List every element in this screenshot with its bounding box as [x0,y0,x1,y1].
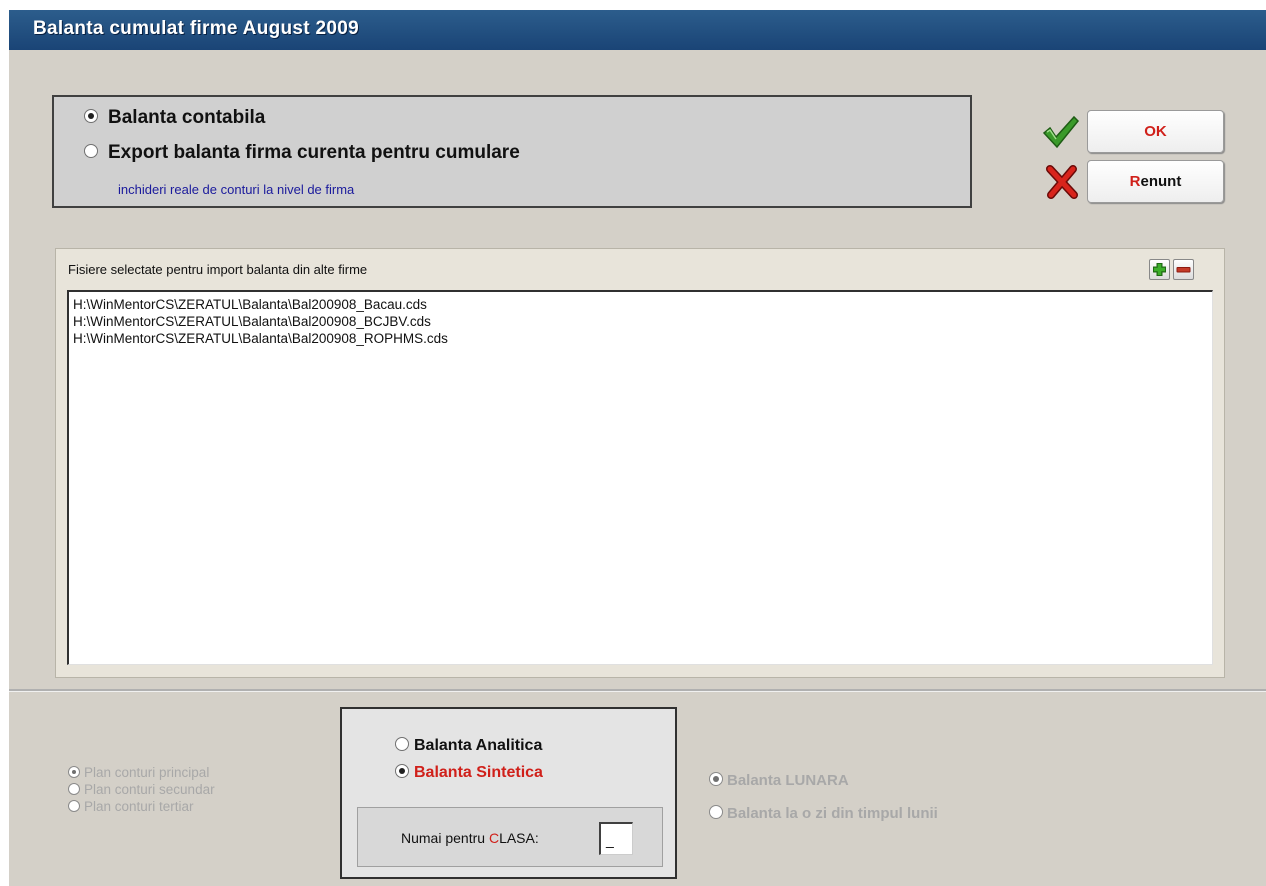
option-balanta-contabila[interactable]: Balanta contabila [84,107,265,129]
clasa-rest: LASA: [499,830,539,846]
remove-file-button[interactable] [1173,259,1194,280]
closing-note: inchideri reale de conturi la nivel de f… [118,182,355,197]
radio-balanta-sintetica[interactable] [395,763,409,778]
radio-export-balanta[interactable] [84,143,98,158]
option-plan-secundar[interactable]: Plan conturi secundar [68,782,215,797]
list-item[interactable]: H:\WinMentorCS\ZERATUL\Balanta\Bal200908… [73,330,1212,347]
option-balanta-lunara[interactable]: Balanta LUNARA [709,772,849,789]
cancel-hotkey: R [1129,173,1141,190]
balanta-lunara-label: Balanta LUNARA [727,772,849,789]
radio-plan-secundar[interactable] [68,783,80,796]
clasa-filter-box: Numai pentru CLASA: _ [357,807,663,867]
window-title: Balanta cumulat firme August 2009 [33,18,359,39]
clasa-input[interactable]: _ [599,822,633,855]
balanta-type-box: Balanta Analitica Balanta Sintetica Numa… [340,707,677,879]
radio-plan-tertiar[interactable] [68,800,80,813]
radio-balanta-analitica[interactable] [395,736,409,751]
radio-balanta-lunara[interactable] [709,772,723,787]
balanta-analitica-label: Balanta Analitica [414,737,543,754]
ok-button[interactable]: OK [1087,110,1224,153]
radio-balanta-contabila[interactable] [84,108,98,123]
option-balanta-zi[interactable]: Balanta la o zi din timpul lunii [709,805,938,822]
radio-plan-principal[interactable] [68,766,80,779]
option-plan-principal[interactable]: Plan conturi principal [68,765,209,780]
import-files-list[interactable]: H:\WinMentorCS\ZERATUL\Balanta\Bal200908… [67,290,1213,665]
option-export-balanta[interactable]: Export balanta firma curenta pentru cumu… [84,142,520,164]
cancel-button[interactable]: Renunt [1087,160,1224,203]
balanta-sintetica-label: Balanta Sintetica [414,764,543,781]
dialog-window: Balanta cumulat firme August 2009 Balant… [9,10,1266,886]
check-icon [1042,115,1080,149]
plan-tertiar-label: Plan conturi tertiar [84,799,194,814]
balanta-zi-label: Balanta la o zi din timpul lunii [727,805,938,822]
import-files-panel: Fisiere selectate pentru import balanta … [55,248,1225,678]
minus-icon [1176,267,1191,273]
radio-balanta-zi[interactable] [709,805,723,820]
cancel-label: enunt [1140,173,1182,190]
option-export-balanta-label: Export balanta firma curenta pentru cumu… [108,142,520,163]
clasa-prefix: Numai pentru [401,830,489,846]
title-bar: Balanta cumulat firme August 2009 [9,10,1266,50]
list-item[interactable]: H:\WinMentorCS\ZERATUL\Balanta\Bal200908… [73,296,1212,313]
plan-secundar-label: Plan conturi secundar [84,782,215,797]
add-file-button[interactable] [1149,259,1170,280]
plus-icon [1153,263,1166,276]
section-divider [9,689,1266,692]
import-files-label: Fisiere selectate pentru import balanta … [68,262,368,277]
option-balanta-contabila-label: Balanta contabila [108,107,266,128]
option-balanta-analitica[interactable]: Balanta Analitica [395,736,543,755]
close-icon [1046,165,1078,199]
plan-principal-label: Plan conturi principal [84,765,210,780]
option-balanta-sintetica[interactable]: Balanta Sintetica [395,763,543,782]
list-item[interactable]: H:\WinMentorCS\ZERATUL\Balanta\Bal200908… [73,313,1212,330]
mode-options-panel: Balanta contabila Export balanta firma c… [52,95,972,208]
option-plan-tertiar[interactable]: Plan conturi tertiar [68,799,194,814]
clasa-hotkey: C [488,830,500,846]
clasa-label: Numai pentru CLASA: [401,830,539,846]
